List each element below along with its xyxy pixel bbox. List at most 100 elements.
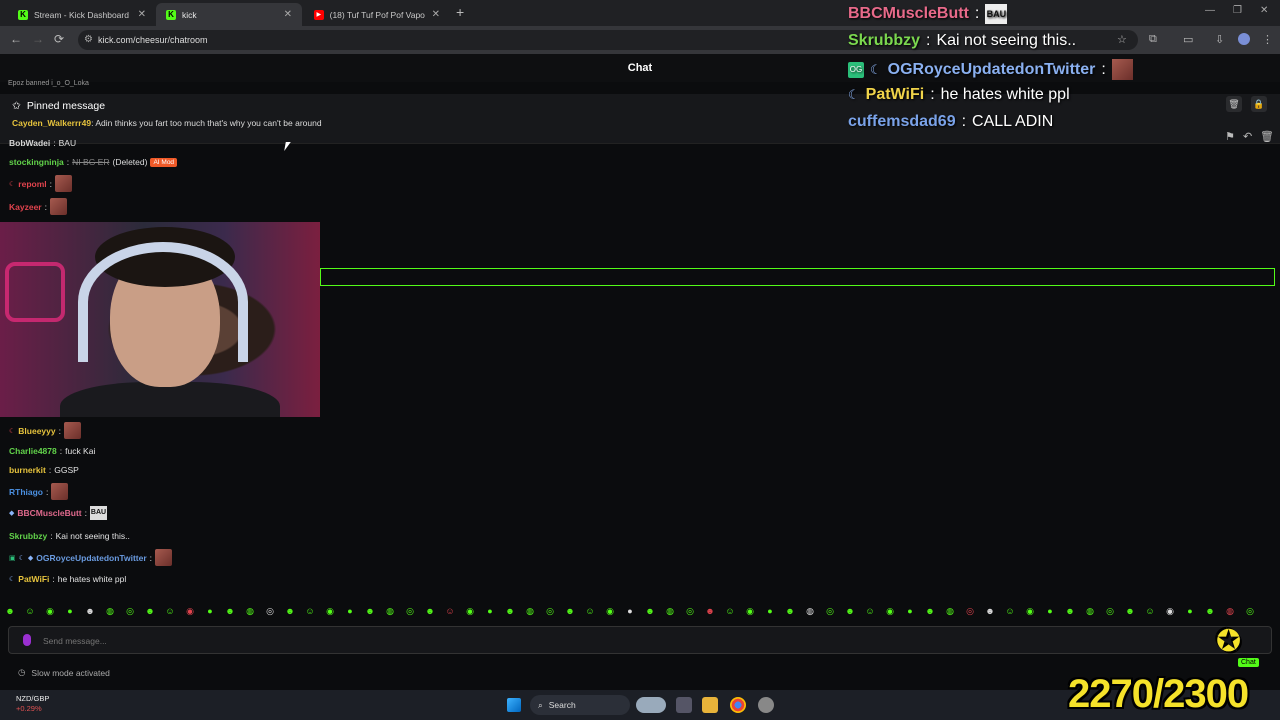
chat-username[interactable]: BobWadei — [9, 138, 50, 148]
emote-option-icon[interactable]: ◎ — [120, 602, 140, 620]
emote-option-icon[interactable]: ☻ — [360, 602, 380, 620]
chat-username[interactable]: stockingninja — [9, 157, 64, 167]
emote-picker-icon[interactable] — [23, 634, 31, 646]
emote-option-icon[interactable]: ☻ — [1060, 602, 1080, 620]
emote-option-icon[interactable]: ◍ — [380, 602, 400, 620]
emote-option-icon[interactable]: ☺ — [160, 602, 180, 620]
emote-option-icon[interactable]: ◎ — [540, 602, 560, 620]
emote-option-icon[interactable]: ◎ — [820, 602, 840, 620]
emote-option-icon[interactable]: ☻ — [140, 602, 160, 620]
app-icon[interactable] — [758, 697, 774, 713]
emote-option-icon[interactable]: ◎ — [400, 602, 420, 620]
minimize-icon[interactable]: — — [1205, 5, 1215, 16]
extensions-icon[interactable]: ⧉ — [1149, 33, 1157, 46]
chat-username[interactable]: RThiago — [9, 487, 43, 497]
back-icon[interactable]: ← — [10, 32, 22, 46]
emote-option-icon[interactable]: ◉ — [740, 602, 760, 620]
emote-option-icon[interactable]: ● — [480, 602, 500, 620]
emote-option-icon[interactable]: ◍ — [940, 602, 960, 620]
emote-option-icon[interactable]: ◉ — [600, 602, 620, 620]
emote-option-icon[interactable]: ● — [1040, 602, 1060, 620]
emote-option-icon[interactable]: ☺ — [580, 602, 600, 620]
emote-option-icon[interactable]: ☻ — [0, 602, 20, 620]
trash-icon[interactable]: 🗑 — [1226, 96, 1242, 112]
file-explorer-icon[interactable] — [702, 697, 718, 713]
forward-icon[interactable]: → — [32, 32, 44, 46]
menu-kebab-icon[interactable]: ⋮ — [1262, 33, 1273, 46]
emote-option-icon[interactable]: ◍ — [800, 602, 820, 620]
emote-option-icon[interactable]: ◉ — [320, 602, 340, 620]
profile-avatar[interactable] — [1238, 33, 1250, 45]
chat-message[interactable]: ☾ PatWiFi: he hates white ppl — [9, 574, 126, 584]
chat-username[interactable]: Skrubbzy — [9, 531, 47, 541]
emote-option-icon[interactable]: ◉ — [460, 602, 480, 620]
tab-kick[interactable]: K kick ✕ — [156, 3, 302, 26]
emote-option-icon[interactable]: ☻ — [700, 602, 720, 620]
emote-option-icon[interactable]: ☻ — [1120, 602, 1140, 620]
downloads-icon[interactable]: ⇩ — [1215, 33, 1224, 46]
emote-option-icon[interactable]: ◍ — [100, 602, 120, 620]
emote-option-icon[interactable]: ● — [900, 602, 920, 620]
chrome-icon[interactable] — [730, 697, 746, 713]
emote-option-icon[interactable]: ● — [340, 602, 360, 620]
chat-username[interactable]: PatWiFi — [18, 574, 49, 584]
tab-youtube[interactable]: ▶ (18) Tuf Tuf Pof Pof Vapo V... ✕ — [304, 3, 450, 26]
emote-option-icon[interactable]: ● — [760, 602, 780, 620]
emote-option-icon[interactable]: ◉ — [180, 602, 200, 620]
pinned-user[interactable]: Cayden_Walkerrr49 — [12, 118, 91, 128]
window-close-icon[interactable]: ✕ — [1260, 5, 1268, 16]
close-icon[interactable]: ✕ — [284, 9, 292, 20]
emote-option-icon[interactable]: ● — [1180, 602, 1200, 620]
emote-option-icon[interactable]: ☻ — [1200, 602, 1220, 620]
chat-message[interactable]: ◆ BBCMuscleButt: BAU — [9, 506, 107, 520]
emote-option-icon[interactable]: ☻ — [840, 602, 860, 620]
emote-option-icon[interactable]: ◉ — [40, 602, 60, 620]
emote-option-icon[interactable]: ● — [60, 602, 80, 620]
chat-username[interactable]: Kayzeer — [9, 202, 42, 212]
emote-option-icon[interactable]: ◎ — [1100, 602, 1120, 620]
chat-message[interactable]: Charlie4878: fuck Kai — [9, 446, 95, 456]
chat-username[interactable]: burnerkit — [9, 465, 46, 475]
emote-option-icon[interactable]: ◎ — [680, 602, 700, 620]
emote-option-icon[interactable]: ◎ — [260, 602, 280, 620]
chat-input-box[interactable] — [8, 626, 1272, 654]
emote-option-icon[interactable]: ● — [620, 602, 640, 620]
emote-option-icon[interactable]: ◉ — [1160, 602, 1180, 620]
close-icon[interactable]: ✕ — [138, 9, 146, 20]
emote-option-icon[interactable]: ☻ — [80, 602, 100, 620]
delete-icon[interactable]: 🗑 — [1260, 130, 1274, 143]
windows-start-icon[interactable] — [507, 698, 521, 712]
emote-option-icon[interactable]: ☻ — [920, 602, 940, 620]
undo-icon[interactable]: ↶ — [1243, 130, 1252, 143]
emote-option-icon[interactable]: ☻ — [220, 602, 240, 620]
chat-message[interactable]: ☾ repoml: — [9, 175, 72, 192]
emote-option-icon[interactable]: ☺ — [720, 602, 740, 620]
emote-option-icon[interactable]: ☺ — [860, 602, 880, 620]
emote-option-icon[interactable]: ◍ — [240, 602, 260, 620]
lock-icon[interactable]: 🔒 — [1251, 96, 1267, 112]
emote-option-icon[interactable]: ☺ — [1000, 602, 1020, 620]
tab-stream-dashboard[interactable]: K Stream - Kick Dashboard ✕ — [8, 3, 156, 26]
chat-message[interactable]: Skrubbzy: Kai not seeing this.. — [9, 531, 130, 541]
emote-option-icon[interactable]: ☻ — [280, 602, 300, 620]
new-tab-icon[interactable]: + — [456, 4, 464, 20]
send-message-input[interactable] — [43, 632, 1143, 650]
emote-option-icon[interactable]: ☻ — [560, 602, 580, 620]
chat-message[interactable]: stockingninja: NI BG ER (Deleted) AI Mod — [9, 157, 178, 167]
chat-username[interactable]: OGRoyceUpdatedonTwitter — [36, 553, 146, 563]
reload-icon[interactable]: ⟳ — [54, 32, 64, 46]
emote-option-icon[interactable]: ☻ — [420, 602, 440, 620]
weather-widget-icon[interactable] — [636, 697, 666, 713]
site-info-icon[interactable]: ⚙ — [84, 34, 93, 45]
emote-option-icon[interactable]: ◉ — [1020, 602, 1040, 620]
chat-message[interactable]: burnerkit: GGSP — [9, 465, 79, 475]
pinned-message[interactable]: ✩ Pinned message Cayden_Walkerrr49: Adin… — [0, 94, 1280, 144]
chat-message[interactable]: RThiago: — [9, 483, 69, 500]
chat-message[interactable]: ▣ ☾ ◆ OGRoyceUpdatedonTwitter: — [9, 549, 173, 566]
emote-option-icon[interactable]: ◉ — [880, 602, 900, 620]
chat-username[interactable]: repoml — [18, 179, 46, 189]
emote-option-icon[interactable]: ◎ — [1240, 602, 1260, 620]
emote-option-icon[interactable]: ◎ — [960, 602, 980, 620]
cast-icon[interactable]: ▭ — [1183, 33, 1193, 46]
task-view-icon[interactable] — [676, 697, 692, 713]
